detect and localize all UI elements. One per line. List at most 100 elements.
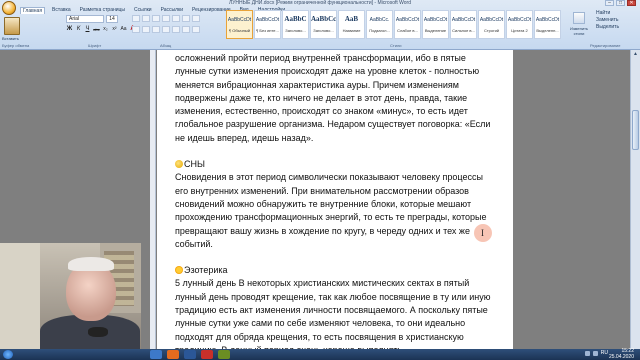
tab-references[interactable]: Ссылки: [132, 7, 154, 14]
maximize-button[interactable]: □: [616, 0, 625, 6]
styles-gallery: AaBbCcDt ¶ Обычный AaBbCcDt ¶ Без инте..…: [226, 10, 561, 39]
increase-indent-icon[interactable]: [172, 15, 180, 22]
style-intense-quote[interactable]: AaBbCcDt Выделенн...: [534, 10, 561, 39]
decrease-indent-icon[interactable]: [162, 15, 170, 22]
minimize-button[interactable]: –: [605, 0, 614, 6]
group-styles: Стили: [390, 43, 402, 48]
style-heading-1[interactable]: AaBbC Заголово...: [282, 10, 309, 39]
word-window: ЛУННЫЕ ДНИ.docx [Режим ограниченной функ…: [0, 0, 640, 360]
style-name: ¶ Без инте...: [256, 28, 279, 33]
style-sample: AaBbCcDt: [227, 17, 252, 23]
volume-icon[interactable]: [592, 351, 598, 356]
group-paragraph: Абзац: [160, 43, 172, 48]
start-button[interactable]: [3, 350, 13, 359]
style-sample: AaBbCc: [311, 15, 336, 23]
language-indicator[interactable]: RU: [601, 351, 608, 356]
tab-insert[interactable]: Вставка: [50, 7, 73, 14]
style-sample: AaBbCcDt: [451, 17, 476, 23]
style-subtle-emphasis[interactable]: AaBbCcDt Слабое в...: [394, 10, 421, 39]
media-icon[interactable]: [218, 350, 230, 359]
style-no-spacing[interactable]: AaBbCcDt ¶ Без инте...: [254, 10, 281, 39]
style-sample: AaBbCcDt: [479, 17, 504, 23]
style-name: Цитата 2: [511, 28, 528, 33]
tab-home[interactable]: Главная: [20, 7, 46, 14]
find-button[interactable]: Найти: [596, 10, 636, 17]
headset-icon: [88, 327, 108, 337]
show-marks-icon[interactable]: [192, 15, 200, 22]
sort-icon[interactable]: [182, 15, 190, 22]
sleepy-face-icon: [175, 160, 183, 169]
strikethrough-button[interactable]: abc: [93, 26, 100, 33]
taskbar-apps: [150, 350, 230, 359]
style-name: ¶ Обычный: [229, 28, 250, 33]
style-sample: AaBbC: [284, 15, 307, 23]
style-name: Заголово...: [285, 28, 306, 33]
ribbon-group-labels: Буфер обмена Шрифт Абзац Стили Редактиро…: [0, 43, 640, 50]
taskbar: RU 15:22 25.04.2020: [0, 348, 640, 360]
shading-icon[interactable]: [182, 26, 190, 33]
clock-date: 25.04.2020: [608, 353, 634, 360]
close-button[interactable]: ✕: [627, 0, 636, 6]
style-name: Название: [342, 28, 361, 33]
heading-text: Эзотерика: [184, 265, 228, 276]
borders-icon[interactable]: [192, 26, 200, 33]
multilevel-list-icon[interactable]: [152, 15, 160, 22]
network-icon[interactable]: [584, 351, 590, 356]
replace-button[interactable]: Заменить: [596, 17, 636, 24]
recorder-icon[interactable]: [201, 350, 213, 359]
style-subtitle[interactable]: AaBbCc. Подзагол...: [366, 10, 393, 39]
italic-button[interactable]: К: [75, 26, 82, 33]
change-styles-icon: [573, 12, 585, 24]
document-text[interactable]: осложнений пройти период внутренней тран…: [175, 52, 495, 357]
webcam-background: [0, 243, 40, 349]
subscript-button[interactable]: x₂: [102, 26, 109, 33]
style-intense-emphasis[interactable]: AaBbCcDt Сильное в...: [450, 10, 477, 39]
paste-label: Вставить: [2, 36, 19, 41]
office-button[interactable]: [2, 1, 16, 15]
heading-esoterics: Эзотерика: [175, 264, 495, 277]
paragraph: Сновидения в этот период символически по…: [175, 172, 487, 249]
font-name-select[interactable]: Arial: [66, 15, 104, 23]
style-normal[interactable]: AaBbCcDt ¶ Обычный: [226, 10, 253, 39]
justify-icon[interactable]: [162, 26, 170, 33]
style-name: Выделение: [424, 28, 447, 33]
window-controls: – □ ✕: [605, 0, 636, 6]
word-icon[interactable]: [184, 350, 196, 359]
line-spacing-icon[interactable]: [172, 26, 180, 33]
select-button[interactable]: Выделить: [596, 24, 636, 31]
scroll-up-icon[interactable]: ▲: [632, 51, 639, 58]
explorer-icon[interactable]: [150, 350, 162, 359]
text-cursor-icon: I: [481, 228, 484, 238]
clock[interactable]: 15:22 25.04.2020: [608, 348, 634, 360]
style-strong[interactable]: AaBbCcDt Строгий: [478, 10, 505, 39]
style-sample: AaBbCcDt: [423, 17, 448, 23]
paste-icon[interactable]: [4, 17, 20, 35]
change-case-button[interactable]: Aa: [120, 26, 127, 33]
vertical-scrollbar[interactable]: ▲: [630, 50, 640, 350]
style-quote-2[interactable]: AaBbCcDt Цитата 2: [506, 10, 533, 39]
style-sample: AaBbCc.: [369, 17, 390, 23]
underline-button[interactable]: Ч: [84, 26, 91, 33]
scroll-thumb[interactable]: [632, 110, 639, 150]
style-title[interactable]: AaB Название: [338, 10, 365, 39]
style-sample: AaBbCcDt: [507, 17, 532, 23]
bullets-icon[interactable]: [132, 15, 140, 22]
window-title: ЛУННЫЕ ДНИ.docx [Режим ограниченной функ…: [228, 0, 412, 6]
webcam-person-hair: [68, 257, 114, 271]
align-center-icon[interactable]: [142, 26, 150, 33]
editing-group: Найти Заменить Выделить: [596, 10, 636, 31]
font-size-select[interactable]: 14: [106, 15, 118, 23]
style-name: Строгий: [483, 28, 500, 33]
tab-mailings[interactable]: Рассылки: [159, 7, 185, 14]
numbering-icon[interactable]: [142, 15, 150, 22]
align-left-icon[interactable]: [132, 26, 140, 33]
superscript-button[interactable]: x²: [111, 26, 118, 33]
align-right-icon[interactable]: [152, 26, 160, 33]
browser-icon[interactable]: [167, 350, 179, 359]
style-name: Выделенн...: [536, 28, 559, 33]
tab-page-layout[interactable]: Разметка страницы: [78, 7, 127, 14]
style-emphasis[interactable]: AaBbCcDt Выделение: [422, 10, 449, 39]
change-styles-button[interactable]: Изменить стили: [568, 10, 590, 42]
style-heading-2[interactable]: AaBbCc Заголово...: [310, 10, 337, 39]
bold-button[interactable]: Ж: [66, 26, 73, 33]
